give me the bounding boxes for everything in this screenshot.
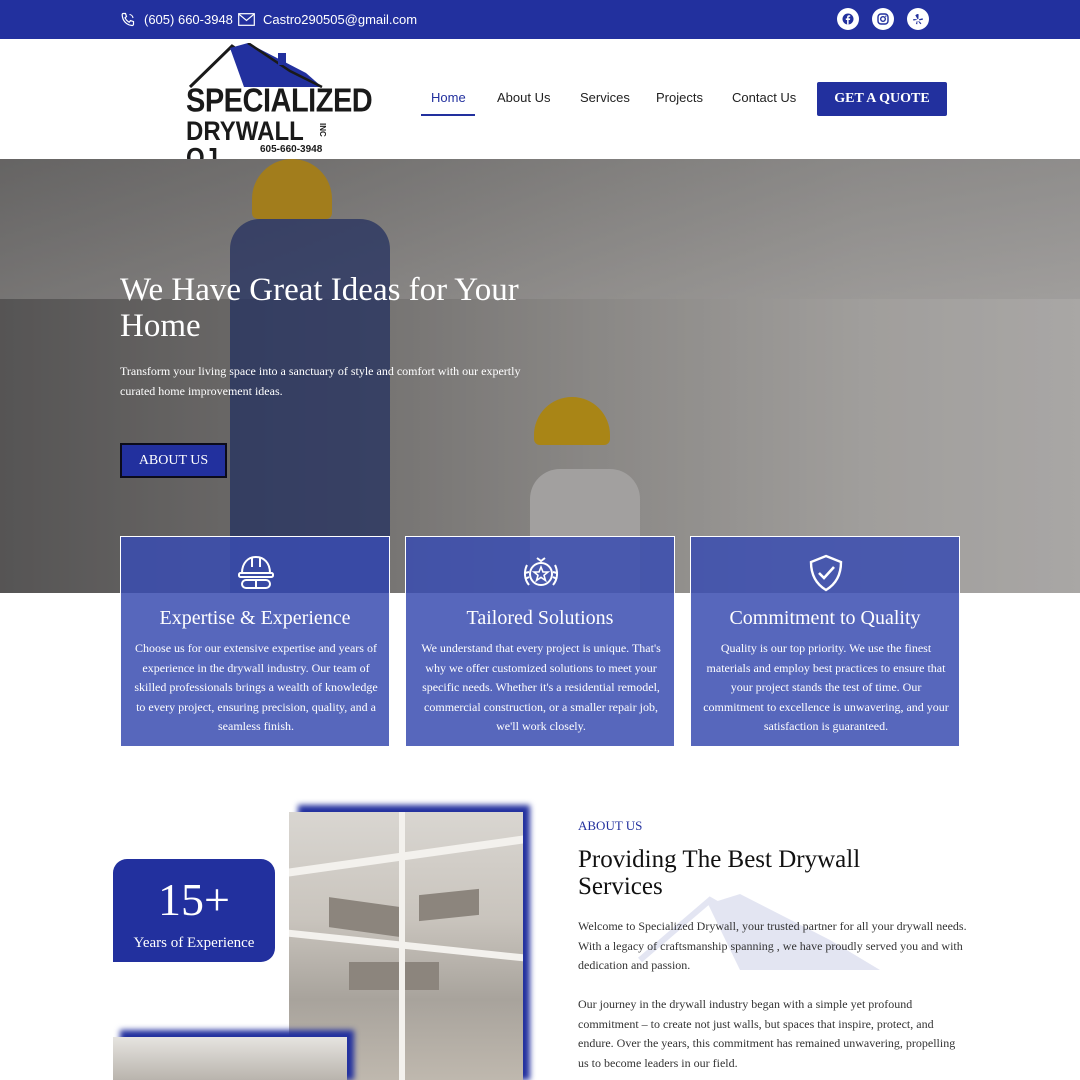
site-logo[interactable]: SPECIALIZED DRYWALL OJ INC 605-660-3948 [186,43,373,171]
feature-card-quality: Commitment to Quality Quality is our top… [690,536,960,747]
shield-check-icon [809,554,843,592]
email-address: Castro290505@gmail.com [263,12,418,27]
photo-beam [289,929,523,962]
section-eyebrow: ABOUT US [578,818,643,833]
feature-body: We understand that every project is uniq… [421,641,661,733]
instagram-link[interactable] [872,8,894,30]
photo-coffer [419,888,479,922]
get-a-quote-button[interactable]: GET A QUOTE [817,82,947,116]
nav-contact-us[interactable]: Contact Us [732,90,796,105]
yelp-icon [913,14,923,25]
facebook-icon [842,13,854,25]
about-us-button[interactable]: ABOUT US [120,443,227,478]
logo-line-1: SPECIALIZED [186,82,373,120]
yelp-link[interactable] [907,8,929,30]
logo-suffix: INC [318,123,327,137]
experience-number: 15+ [158,874,230,925]
facebook-link[interactable] [837,8,859,30]
hero-subtitle: Transform your living space into a sanct… [120,364,521,398]
mail-icon [238,13,255,26]
photo-coffer [329,897,399,937]
house-roof-icon [188,43,323,88]
feature-title: Tailored Solutions [466,607,614,629]
feature-card-expertise: Expertise & Experience Choose us for our… [120,536,390,747]
nav-home[interactable]: Home [431,90,466,105]
phone-number: (605) 660-3948 [144,12,233,27]
photo-coffer [349,962,439,990]
top-bar: (605) 660-3948 Castro290505@gmail.com [0,0,1080,39]
feature-title: Commitment to Quality [729,607,921,629]
experience-label: Years of Experience [133,935,255,951]
nav-active-indicator [421,114,475,116]
instagram-icon [877,13,889,25]
interior-photo [113,1037,347,1080]
section-title: Providing The Best Drywall Services [578,846,861,900]
experience-badge: 15+ Years of Experience [113,859,275,962]
nav-services[interactable]: Services [580,90,630,105]
feature-title: Expertise & Experience [159,607,351,629]
laurel-star-icon [523,557,559,586]
feature-body: Quality is our top priority. We use the … [703,641,949,733]
about-paragraph: Our journey in the drywall industry bega… [578,997,956,1070]
email-link[interactable]: Castro290505@gmail.com [238,0,417,39]
about-paragraph: Welcome to Specialized Drywall, your tru… [578,919,967,972]
nav-projects[interactable]: Projects [656,90,703,105]
feature-card-tailored: Tailored Solutions We understand that ev… [405,536,675,747]
photo-beam [289,835,523,877]
hero-title: We Have Great Ideas for Your Home [120,272,519,344]
logo-phone: 605-660-3948 [260,144,323,155]
phone-link[interactable]: (605) 660-3948 [120,0,233,39]
phone-icon [121,12,135,26]
photo-beam [399,812,405,1080]
hard-hat-icon [238,555,274,589]
feature-body: Choose us for our extensive expertise an… [134,641,378,733]
nav-about-us[interactable]: About Us [497,90,550,105]
